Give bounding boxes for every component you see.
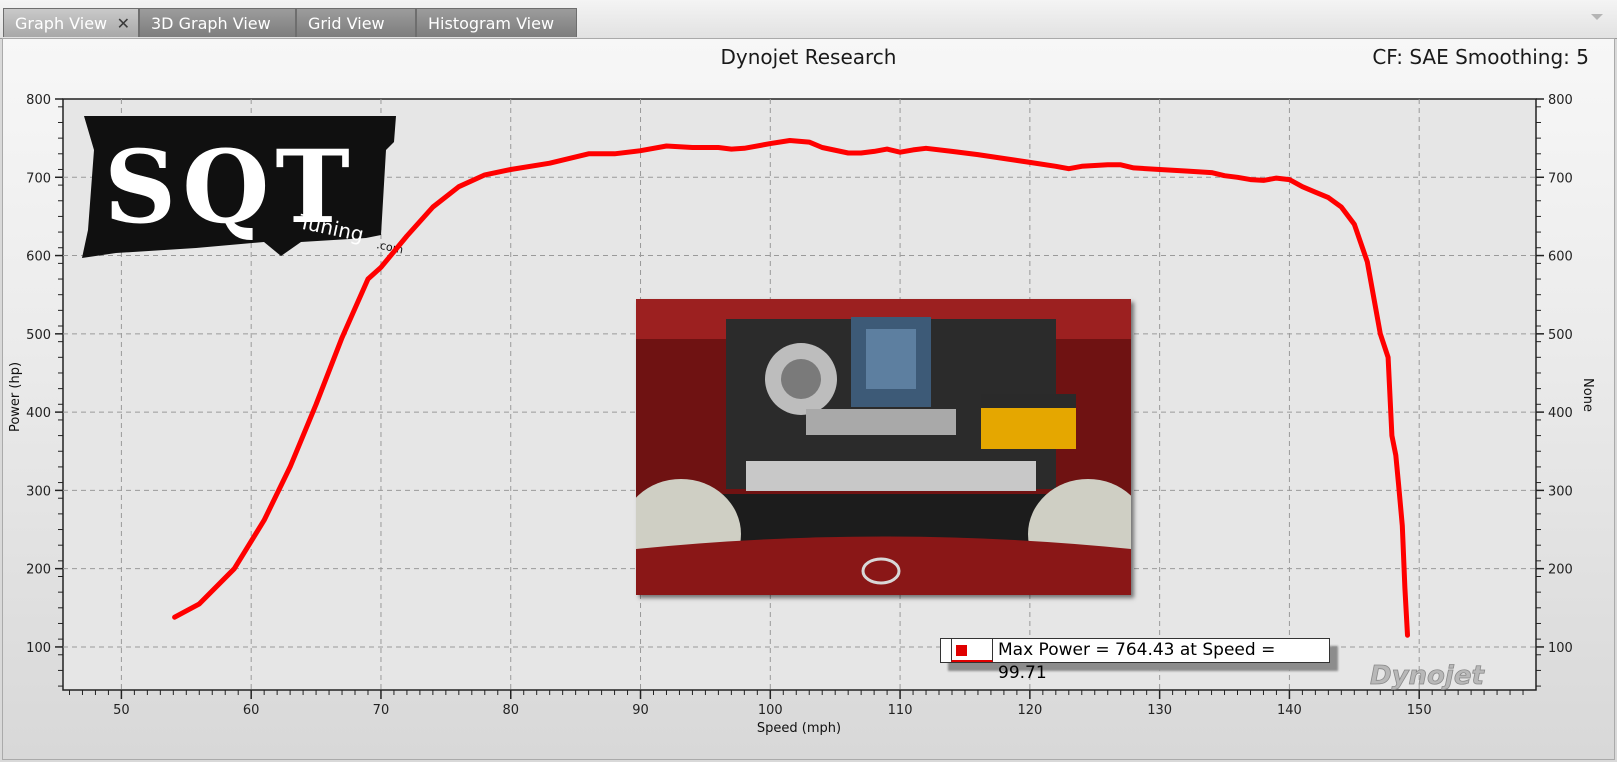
x-tick-label: 80 bbox=[502, 703, 519, 718]
y2-tick-label: 100 bbox=[1548, 641, 1573, 656]
x-tick-label: 90 bbox=[632, 703, 649, 718]
legend-text: Max Power = 764.43 at Speed = 99.71 bbox=[998, 640, 1276, 683]
y-tick-label: 800 bbox=[26, 93, 51, 108]
legend-swatch bbox=[956, 645, 967, 656]
y-tick-label: 200 bbox=[26, 563, 51, 578]
x-tick-label: 100 bbox=[758, 703, 783, 718]
dynojet-watermark: Dynojet bbox=[1370, 661, 1485, 691]
x-axis-label: Speed (mph) bbox=[757, 721, 841, 736]
y-tick-label: 600 bbox=[26, 250, 51, 265]
y2-tick-label: 800 bbox=[1548, 93, 1573, 108]
y2-tick-label: 700 bbox=[1548, 171, 1573, 186]
y2-tick-label: 400 bbox=[1548, 406, 1573, 421]
x-tick-label: 70 bbox=[373, 703, 390, 718]
x-tick-label: 60 bbox=[243, 703, 260, 718]
x-tick-label: 140 bbox=[1277, 703, 1302, 718]
y-tick-label: 100 bbox=[26, 641, 51, 656]
x-tick-label: 50 bbox=[113, 703, 130, 718]
sqt-tuning-logo: SQT Tuning .com bbox=[82, 116, 404, 258]
y2-tick-label: 600 bbox=[1548, 250, 1573, 265]
y2-tick-label: 200 bbox=[1548, 563, 1573, 578]
x-tick-label: 120 bbox=[1017, 703, 1042, 718]
y-tick-label: 400 bbox=[26, 406, 51, 421]
engine-bay-photo bbox=[636, 299, 1131, 595]
y2-tick-label: 500 bbox=[1548, 328, 1573, 343]
y-axis-label: Power (hp) bbox=[8, 362, 23, 432]
x-tick-label: 110 bbox=[888, 703, 913, 718]
x-tick-label: 150 bbox=[1407, 703, 1432, 718]
legend: Max Power = 764.43 at Speed = 99.71 bbox=[940, 638, 1330, 683]
y2-axis-label: None bbox=[1580, 378, 1595, 412]
x-tick-label: 130 bbox=[1147, 703, 1172, 718]
y-tick-label: 500 bbox=[26, 328, 51, 343]
y2-tick-label: 300 bbox=[1548, 484, 1573, 499]
y-tick-label: 300 bbox=[26, 484, 51, 499]
engine-photo-illustration bbox=[636, 299, 1131, 595]
y-tick-label: 700 bbox=[26, 171, 51, 186]
